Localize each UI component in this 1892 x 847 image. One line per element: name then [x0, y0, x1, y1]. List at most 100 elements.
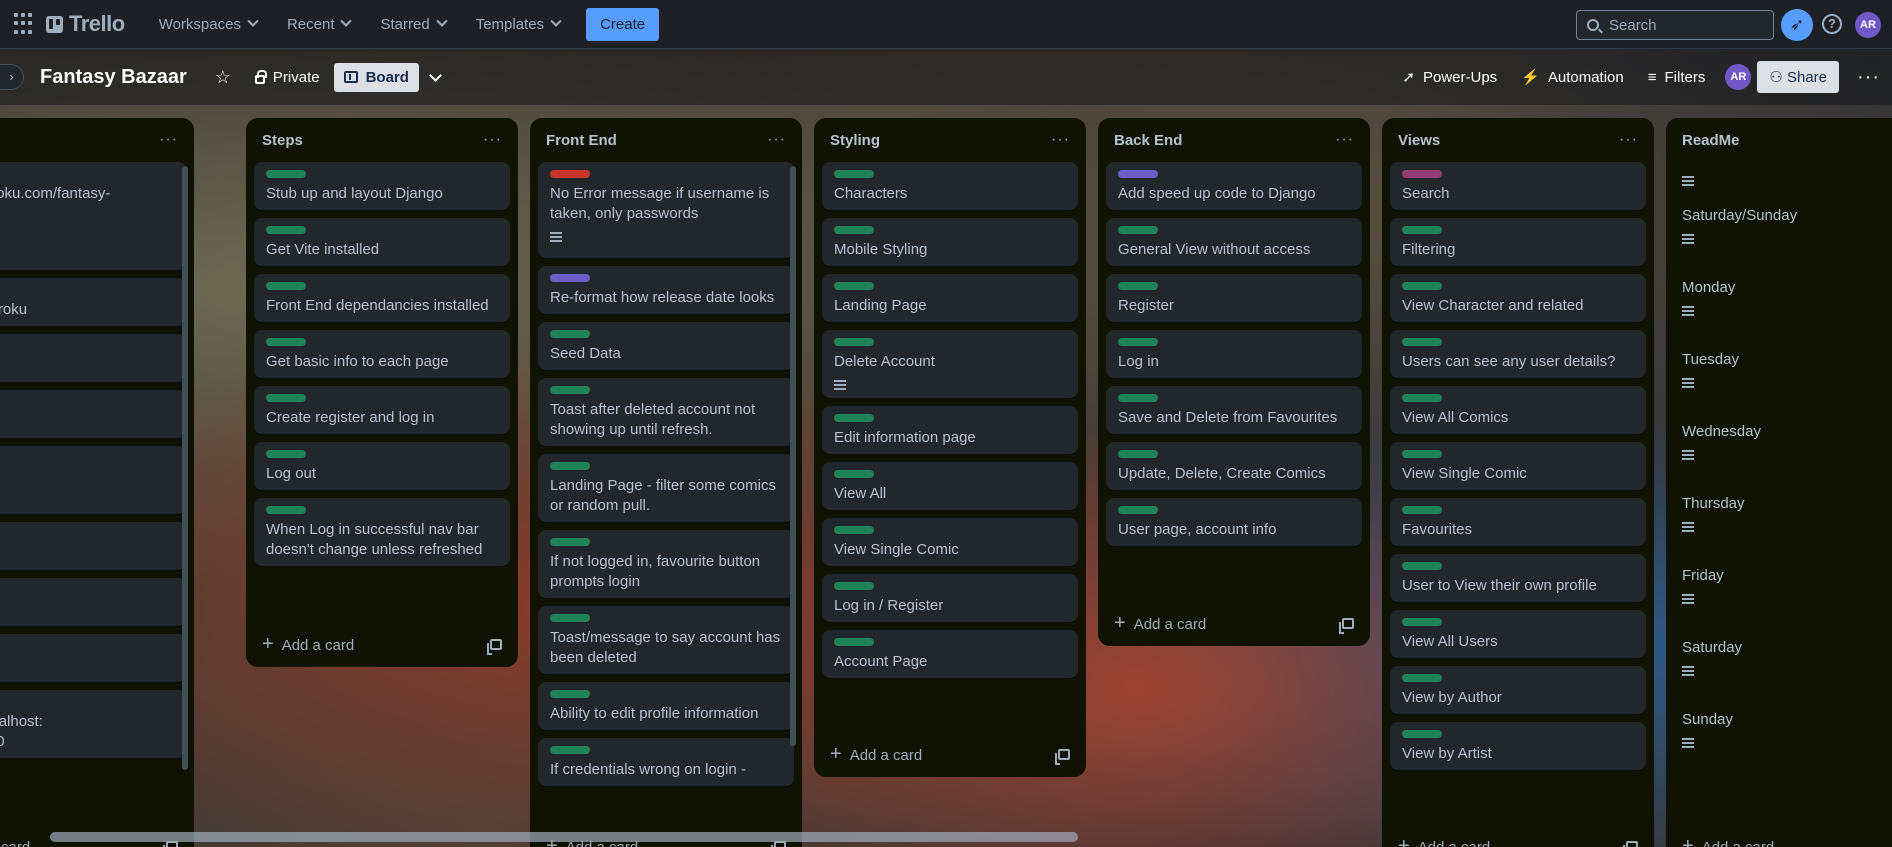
- card[interactable]: oy to Heroku: [0, 278, 186, 326]
- card-label[interactable]: [1402, 170, 1442, 178]
- card[interactable]: Account Page: [822, 630, 1078, 678]
- list-title[interactable]: ReadMe: [1682, 132, 1740, 149]
- card[interactable]: View All Users: [1390, 610, 1646, 658]
- card-label[interactable]: [1402, 282, 1442, 290]
- list-menu-icon[interactable]: ···: [767, 131, 786, 149]
- card[interactable]: Landing Page: [822, 274, 1078, 322]
- card-label[interactable]: [1118, 394, 1158, 402]
- card-label[interactable]: [1402, 394, 1442, 402]
- card[interactable]: Seed Data: [538, 322, 794, 370]
- card[interactable]: Delete Account: [822, 330, 1078, 398]
- card-label[interactable]: [1118, 338, 1158, 346]
- card-label[interactable]: [266, 338, 306, 346]
- card-label[interactable]: [266, 282, 306, 290]
- list-column[interactable]: Steps ··· Stub up and layout Django Get Vit…: [246, 118, 518, 667]
- list-scrollbar[interactable]: [182, 166, 188, 770]
- list-title[interactable]: Steps: [262, 132, 303, 149]
- card[interactable]: Favourites: [1390, 498, 1646, 546]
- card[interactable]: View Single Comic: [822, 518, 1078, 566]
- card[interactable]: Wednesday: [1674, 416, 1892, 480]
- search-input[interactable]: Search: [1576, 10, 1774, 40]
- app-switcher-icon[interactable]: [14, 13, 36, 35]
- card[interactable]: Monday: [1674, 272, 1892, 336]
- trello-logo[interactable]: Trello: [46, 11, 125, 37]
- share-button[interactable]: ⚇ Share: [1757, 61, 1840, 93]
- card[interactable]: View All Comics: [1390, 386, 1646, 434]
- card-label[interactable]: [1118, 170, 1158, 178]
- account-avatar[interactable]: AR: [1855, 12, 1881, 38]
- member-avatar[interactable]: AR: [1725, 64, 1752, 90]
- card-label[interactable]: [550, 462, 590, 470]
- card[interactable]: View Character and related: [1390, 274, 1646, 322]
- card[interactable]: Add speed up code to Django: [1106, 162, 1362, 210]
- card-label[interactable]: [834, 470, 874, 478]
- card[interactable]: General View without access: [1106, 218, 1362, 266]
- card[interactable]: Get basic info to each page: [254, 330, 510, 378]
- card[interactable]: View Single Comic: [1390, 442, 1646, 490]
- card[interactable]: Mobile Styling: [822, 218, 1078, 266]
- card[interactable]: Stub up and layout Django: [254, 162, 510, 210]
- list-column[interactable]: Back End ··· Add speed up code to Django Ge…: [1098, 118, 1370, 646]
- list-title[interactable]: Views: [1398, 132, 1440, 149]
- list-title[interactable]: Back End: [1114, 132, 1182, 149]
- card[interactable]: View All: [822, 462, 1078, 510]
- card[interactable]: Log in / Register: [822, 574, 1078, 622]
- card[interactable]: Users can see any user details?: [1390, 330, 1646, 378]
- create-button[interactable]: Create: [586, 7, 660, 41]
- card[interactable]: Update, Delete, Create Comics: [1106, 442, 1362, 490]
- sidebar-expand-button[interactable]: ›: [0, 64, 24, 90]
- card-label[interactable]: [1118, 506, 1158, 514]
- card[interactable]: Landing Page - filter some comics or ran…: [538, 454, 794, 522]
- card[interactable]: User to View their own profile: [1390, 554, 1646, 602]
- card[interactable]: Register: [1106, 274, 1362, 322]
- card-label[interactable]: [1402, 562, 1442, 570]
- nav-starred[interactable]: Starred: [368, 8, 457, 41]
- add-card-action[interactable]: + Add a card: [262, 633, 354, 656]
- card-label[interactable]: [550, 274, 590, 282]
- card-label[interactable]: [834, 582, 874, 590]
- list-column[interactable]: …ning···://git.heroku.com/fantasy- ar.gi…: [0, 118, 194, 847]
- card[interactable]: Log in: [1106, 330, 1362, 378]
- list-title[interactable]: Styling: [830, 132, 880, 149]
- card-label[interactable]: [1118, 450, 1158, 458]
- card[interactable]: Board: [0, 578, 186, 626]
- card-template-icon[interactable]: [1623, 840, 1638, 847]
- card[interactable]: Toast after deleted account not showing …: [538, 378, 794, 446]
- card-label[interactable]: [834, 414, 874, 422]
- card-label[interactable]: [550, 386, 590, 394]
- list-menu-icon[interactable]: ···: [483, 131, 502, 149]
- nav-recent[interactable]: Recent: [275, 8, 363, 41]
- rocket-notification-icon[interactable]: ➶: [1781, 9, 1813, 41]
- card[interactable]: ReadMe: [0, 334, 186, 382]
- card[interactable]: Create register and log in: [254, 386, 510, 434]
- card-label[interactable]: [1402, 450, 1442, 458]
- card[interactable]: - use localhost: .0.1:8000: [0, 690, 186, 758]
- card-label[interactable]: [1402, 506, 1442, 514]
- card[interactable]: Off: [0, 634, 186, 682]
- card-label[interactable]: [1402, 618, 1442, 626]
- card[interactable]: Re-format how release date looks: [538, 266, 794, 314]
- card-label[interactable]: [550, 614, 590, 622]
- automation-button[interactable]: ⚡ Automation: [1511, 62, 1634, 92]
- card[interactable]: Tuesday: [1674, 344, 1892, 408]
- list-menu-icon[interactable]: ···: [1619, 131, 1638, 149]
- card-label[interactable]: [266, 170, 306, 178]
- nav-workspaces[interactable]: Workspaces: [147, 8, 269, 41]
- list-scrollbar[interactable]: [790, 166, 796, 746]
- chevron-down-icon[interactable]: [429, 68, 442, 82]
- card-label[interactable]: [266, 394, 306, 402]
- add-card-action[interactable]: + Add a card: [1114, 612, 1206, 635]
- add-card-button[interactable]: + Add a card: [1674, 826, 1892, 847]
- card[interactable]: Search: [1390, 162, 1646, 210]
- add-card-action[interactable]: + Add a card: [1682, 835, 1774, 847]
- card-template-icon[interactable]: [1339, 617, 1354, 634]
- card[interactable]: Toast/message to say account has been de…: [538, 606, 794, 674]
- list-menu-icon[interactable]: ···: [1335, 131, 1354, 149]
- card[interactable]: ://git.heroku.com/fantasy- ar.git: [0, 162, 186, 270]
- add-card-action[interactable]: + Add a card: [1398, 835, 1490, 847]
- card[interactable]: Ability to edit profile information: [538, 682, 794, 730]
- card[interactable]: If credentials wrong on login -: [538, 738, 794, 786]
- card[interactable]: Save and Delete from Favourites: [1106, 386, 1362, 434]
- card[interactable]: [1674, 162, 1892, 192]
- card[interactable]: Log out: [254, 442, 510, 490]
